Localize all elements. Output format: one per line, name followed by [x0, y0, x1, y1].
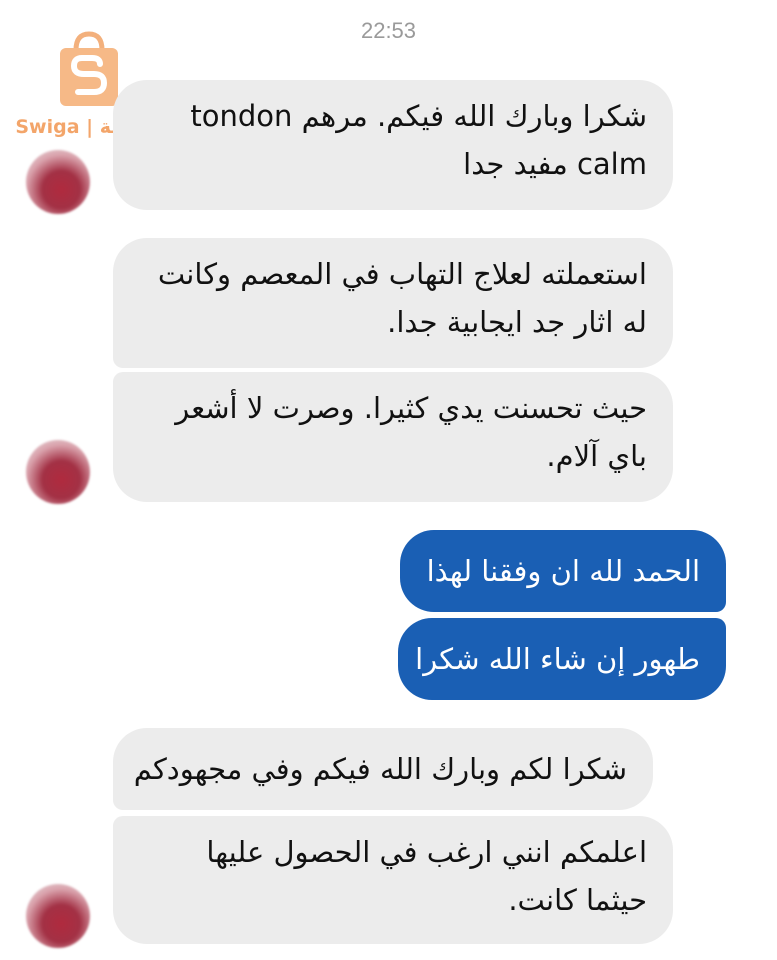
incoming-message-bubble[interactable]: حيث تحسنت يدي كثيرا. وصرت لا أشعر باي آل… — [113, 372, 673, 502]
message-line: الحمد لله ان وفقنا لهذا — [426, 554, 700, 588]
outgoing-message-bubble[interactable]: طهور إن شاء الله شكرا — [398, 618, 726, 700]
message-line: شكرا لكم وبارك الله فيكم وفي مجهودكم — [133, 752, 627, 786]
message-line: اعلمكم انني ارغب في الحصول عليها — [206, 835, 647, 869]
message-line: له اثار جد ايجابية جدا. — [387, 305, 647, 339]
shopping-bag-icon — [60, 31, 118, 106]
message-line: حيث تحسنت يدي كثيرا. وصرت لا أشعر — [175, 391, 647, 425]
incoming-message-bubble[interactable]: اعلمكم انني ارغب في الحصول عليها حيثما ك… — [113, 816, 673, 944]
avatar[interactable] — [26, 440, 90, 504]
avatar[interactable] — [26, 150, 90, 214]
incoming-message-bubble[interactable]: شكرا لكم وبارك الله فيكم وفي مجهودكم — [113, 728, 653, 810]
incoming-message-bubble[interactable]: استعملته لعلاج التهاب في المعصم وكانت له… — [113, 238, 673, 368]
message-line: calm مفيد جدا — [463, 147, 647, 181]
outgoing-message-bubble[interactable]: الحمد لله ان وفقنا لهذا — [400, 530, 726, 612]
message-line: حيثما كانت. — [508, 883, 647, 917]
message-line: استعملته لعلاج التهاب في المعصم وكانت — [157, 257, 647, 291]
message-line: شكرا وبارك الله فيكم. مرهم tondon — [190, 99, 647, 133]
message-line: باي آلام. — [546, 439, 647, 473]
message-line: طهور إن شاء الله شكرا — [415, 642, 700, 676]
incoming-message-bubble[interactable]: شكرا وبارك الله فيكم. مرهم tondon calm م… — [113, 80, 673, 210]
avatar[interactable] — [26, 884, 90, 948]
